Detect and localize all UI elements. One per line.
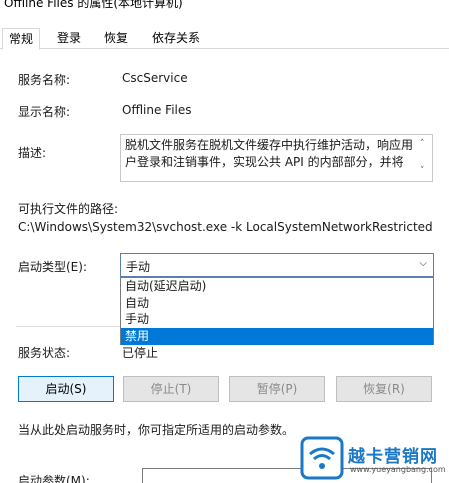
start-params-label: 启动参数(M): (18, 474, 90, 483)
description-text: 脱机文件服务在脱机文件缓存中执行维护活动，响应用户登录和注销事件，实现公共 AP… (125, 138, 414, 169)
service-name-value: CscService (122, 71, 188, 85)
watermark-url: www.yueyangbang.com (350, 465, 446, 474)
option-manual[interactable]: 手动 (121, 311, 433, 328)
tab-general[interactable]: 常规 (2, 28, 40, 50)
title-bar: Offline Files 的属性(本地计算机) (0, 0, 449, 20)
startup-type-select[interactable]: 手动 ⌵ (120, 253, 434, 277)
option-disabled[interactable]: 禁用 (121, 328, 433, 345)
display-name-label: 显示名称: (18, 105, 71, 119)
stop-button[interactable]: 停止(T) (123, 376, 219, 402)
watermark-brand: 越卡营销网 (348, 447, 438, 467)
service-status-value: 已停止 (122, 346, 159, 360)
tab-strip: 常规 登录 恢复 依存关系 (0, 28, 449, 50)
watermark: 越卡营销网 www.yueyangbang.com (300, 436, 449, 483)
option-auto-delayed[interactable]: 自动(延迟启动) (121, 278, 433, 295)
scroll-down-icon[interactable]: ˅ (420, 166, 425, 176)
description-scrollbar[interactable]: ˄ ˅ (418, 135, 432, 181)
scroll-up-icon[interactable]: ˄ (420, 139, 425, 149)
description-box[interactable]: 脱机文件服务在脱机文件缓存中执行维护活动，响应用户登录和注销事件，实现公共 AP… (120, 134, 433, 182)
startup-type-current: 手动 (126, 260, 151, 274)
wifi-logo-icon (300, 436, 344, 480)
tab-logon[interactable]: 登录 (50, 28, 88, 49)
startup-type-dropdown: 自动(延迟启动) 自动 手动 禁用 (120, 277, 434, 345)
separator (16, 326, 120, 327)
description-label: 描述: (18, 146, 47, 160)
startup-type-label: 启动类型(E): (18, 260, 87, 274)
option-auto[interactable]: 自动 (121, 295, 433, 312)
start-button[interactable]: 启动(S) (18, 376, 114, 402)
tab-recovery[interactable]: 恢复 (97, 28, 135, 49)
chevron-down-icon: ⌵ (419, 258, 427, 269)
tab-dependencies[interactable]: 依存关系 (146, 28, 206, 49)
start-params-note: 当从此处启动服务时，你可指定所适用的启动参数。 (18, 423, 295, 437)
resume-button[interactable]: 恢复(R) (336, 376, 432, 402)
window-title: Offline Files 的属性(本地计算机) (4, 0, 183, 10)
pause-button[interactable]: 暂停(P) (229, 376, 325, 402)
service-status-label: 服务状态: (18, 346, 71, 360)
exe-path-label: 可执行文件的路径: (18, 202, 119, 216)
exe-path-value: C:\Windows\System32\svchost.exe -k Local… (18, 220, 433, 234)
display-name-value: Offline Files (122, 103, 192, 117)
service-name-label: 服务名称: (18, 73, 71, 87)
